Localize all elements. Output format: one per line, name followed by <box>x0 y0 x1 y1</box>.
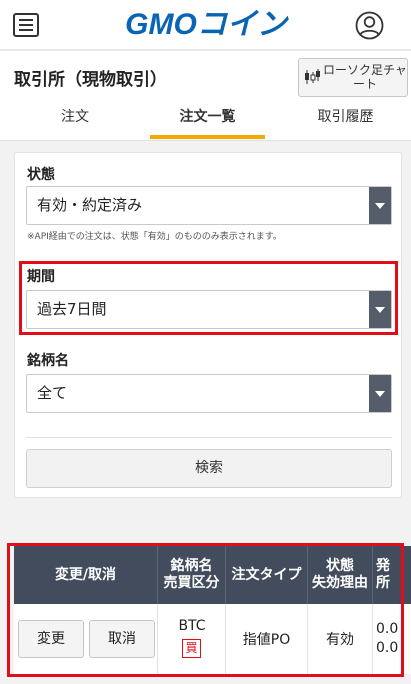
symbol-select[interactable]: 全て <box>26 374 392 413</box>
order-tabs: 注文 注文一覧 取引履歴 <box>0 101 411 141</box>
tab-trade-history[interactable]: 取引履歴 <box>280 101 411 141</box>
divider <box>26 437 392 438</box>
page-title: 取引所（現物取引） <box>14 70 167 90</box>
hamburger-menu-icon[interactable] <box>13 13 39 37</box>
logo: GMOコイン <box>125 8 287 41</box>
tab-order-list[interactable]: 注文一覧 <box>150 101 265 141</box>
api-note: ※API経由での注文は、状態「有効」のもののみ表示されます。 <box>27 232 282 242</box>
candlestick-chart-button[interactable]: ローソク足チャート <box>298 58 408 97</box>
status-label: 状態 <box>27 167 55 183</box>
chevron-down-icon <box>369 375 391 412</box>
status-select-value: 有効・約定済み <box>37 196 143 214</box>
chevron-down-icon <box>369 187 391 224</box>
tab-order[interactable]: 注文 <box>0 101 150 141</box>
candlestick-chart-icon <box>303 68 321 86</box>
symbol-select-value: 全て <box>37 384 68 402</box>
symbol-label: 銘柄名 <box>27 353 69 369</box>
chart-button-label: ローソク足チャート <box>323 63 407 91</box>
app-header: GMOコイン <box>0 0 411 51</box>
period-highlight <box>19 261 398 335</box>
search-button[interactable]: 検索 <box>26 449 392 488</box>
orders-highlight <box>7 543 404 677</box>
status-select[interactable]: 有効・約定済み <box>26 186 392 225</box>
user-account-icon[interactable] <box>355 11 384 40</box>
